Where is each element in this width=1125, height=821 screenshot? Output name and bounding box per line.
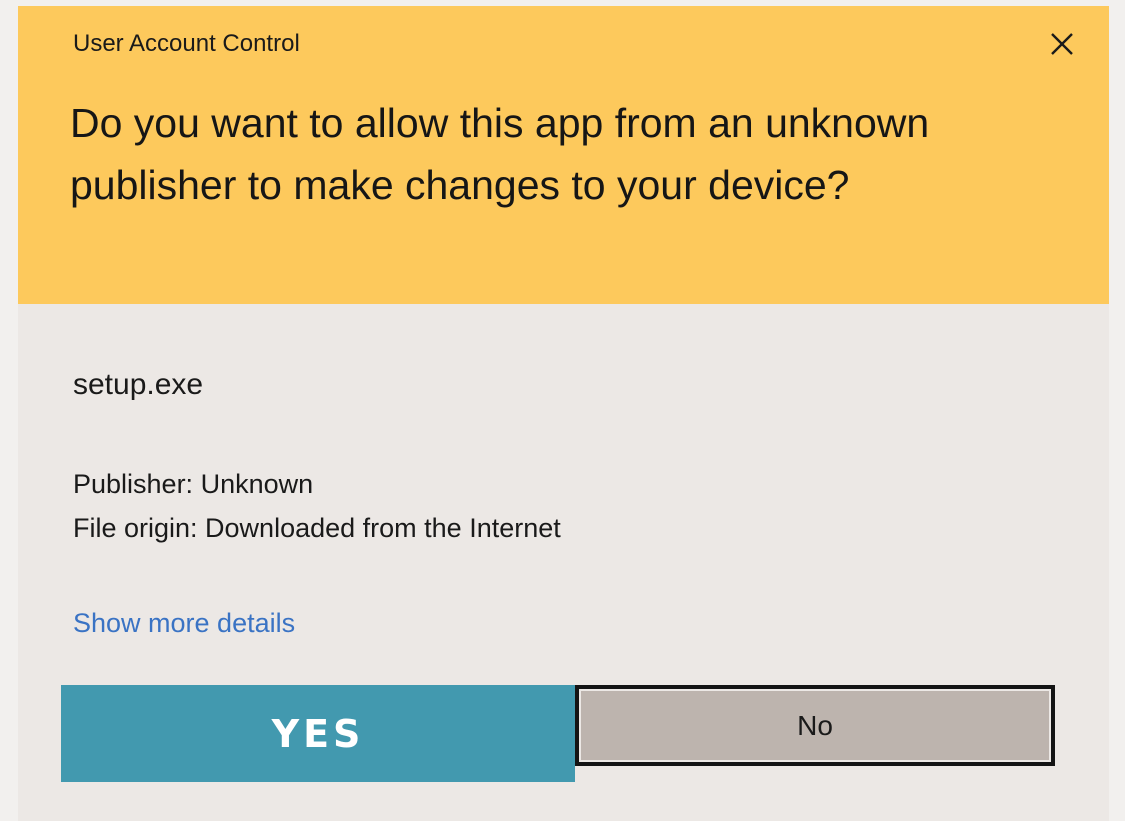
publisher-info: Publisher: Unknown — [73, 469, 314, 499]
close-button[interactable] — [1042, 24, 1082, 64]
close-icon — [1051, 33, 1073, 55]
dialog-question: Do you want to allow this app from an un… — [70, 100, 930, 208]
yes-button[interactable]: YES — [61, 685, 575, 782]
file-origin-info: File origin: Downloaded from the Interne… — [73, 513, 561, 543]
uac-dialog: User Account Control Do you want to allo… — [18, 6, 1109, 821]
no-button[interactable]: No — [575, 685, 1055, 766]
show-more-details-link[interactable]: Show more details — [73, 608, 295, 639]
window-title: User Account Control — [73, 30, 300, 57]
app-name: setup.exe — [73, 368, 204, 401]
dialog-header: User Account Control Do you want to allo… — [18, 6, 1109, 304]
